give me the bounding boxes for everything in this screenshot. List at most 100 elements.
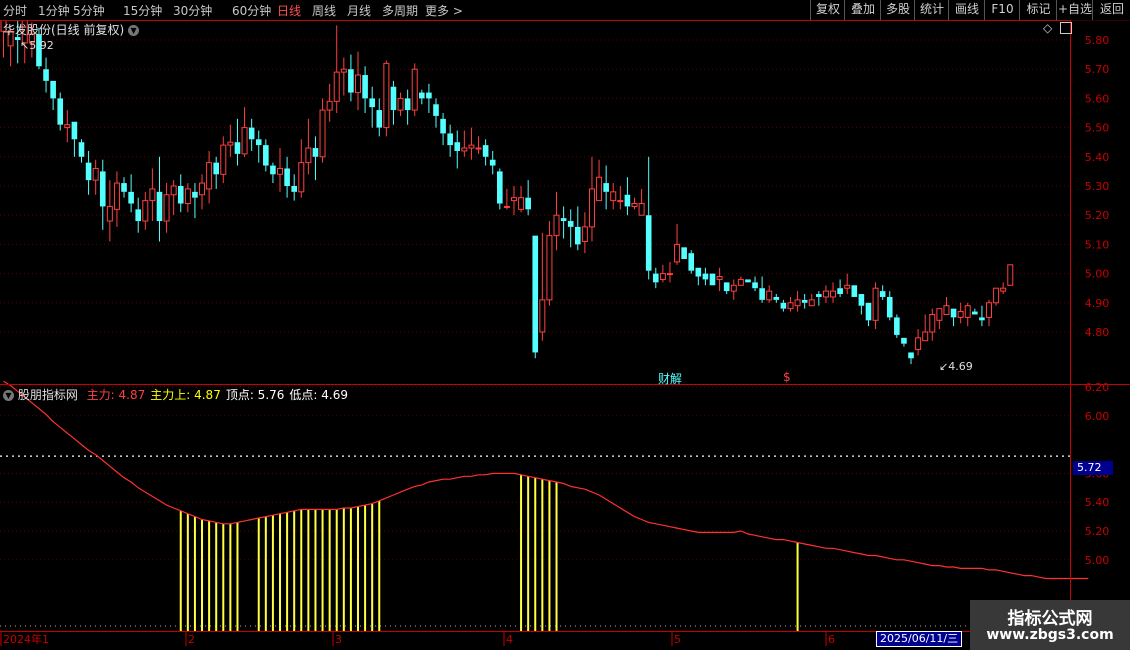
candle [426, 83, 432, 113]
chevron-down-icon[interactable]: ▼ [128, 25, 140, 36]
candle [192, 183, 198, 219]
candle [270, 162, 276, 184]
indicator-label: 低点: 4.69 [289, 388, 348, 402]
x-tick-label: 4 [506, 633, 513, 646]
candle [263, 139, 269, 172]
candle [419, 89, 425, 105]
candle [184, 183, 191, 213]
candle [752, 276, 758, 292]
toolbar-button[interactable]: 标记 [1019, 0, 1057, 20]
candle [652, 267, 659, 289]
candle [234, 118, 241, 166]
candle [894, 314, 900, 338]
candle [411, 63, 418, 116]
candle [908, 352, 914, 365]
y-tick-label: 5.30 [1085, 180, 1110, 193]
panel-toggle-icon[interactable] [1060, 22, 1072, 34]
period-tab[interactable]: 30分钟 [173, 2, 212, 19]
period-tab[interactable]: 5分钟 [73, 2, 105, 19]
candle [248, 118, 255, 151]
indicator-series [3, 380, 1089, 631]
y-tick-label: 4.90 [1085, 297, 1110, 310]
candle [681, 247, 687, 259]
candle [241, 107, 248, 157]
main-panel-title[interactable]: 华发股份(日线 前复权) ▼ [3, 21, 140, 38]
candle [822, 285, 829, 303]
period-tab[interactable]: 60分钟 [232, 2, 271, 19]
candle [206, 150, 213, 204]
candle [468, 127, 475, 160]
period-tab[interactable]: 日线 [277, 2, 301, 19]
toolbar-button[interactable]: F10 [984, 0, 1020, 20]
candle [1007, 264, 1014, 286]
period-tab[interactable]: 15分钟 [123, 2, 162, 19]
candle [922, 314, 929, 342]
period-tab[interactable]: 多周期 [382, 2, 418, 19]
candle [929, 308, 936, 341]
candle [305, 118, 312, 175]
toolbar-button[interactable]: 统计 [914, 0, 949, 20]
candle [482, 139, 489, 166]
candle [844, 273, 851, 295]
candle [376, 98, 383, 137]
candle [759, 276, 765, 303]
period-tab[interactable]: 月线 [347, 2, 371, 19]
candle [397, 92, 404, 116]
event-marker-finance[interactable]: 财解 [658, 370, 682, 387]
toolbar-button[interactable]: 返回 [1092, 0, 1130, 20]
candle [177, 174, 184, 213]
candle [284, 156, 290, 198]
toolbar-button[interactable]: 多股 [880, 0, 915, 20]
candle [730, 279, 737, 300]
chevron-down-icon[interactable]: ▼ [3, 390, 14, 401]
event-marker-dividend[interactable]: $ [783, 370, 791, 384]
candle [950, 308, 957, 327]
indicator-name: 股朋指标网 [17, 388, 78, 402]
level-label: 5.72 [1073, 461, 1113, 475]
toolbar-button[interactable]: +自选 [1056, 0, 1093, 20]
period-tab[interactable]: 分时 [3, 2, 27, 19]
candle [121, 177, 127, 198]
candle [326, 83, 333, 122]
candle [433, 98, 439, 128]
candle [64, 110, 71, 143]
candle [312, 136, 319, 181]
y-tick-label: 6.00 [1085, 410, 1110, 423]
period-tab[interactable]: 1分钟 [38, 2, 70, 19]
candle [383, 60, 390, 137]
candle [57, 92, 64, 131]
candle [936, 308, 943, 330]
y-tick-label: 4.80 [1085, 326, 1110, 339]
candle [964, 302, 971, 327]
indicator-header[interactable]: ▼ 股朋指标网 主力: 4.87 主力上: 4.87 顶点: 5.76 低点: 4.6… [3, 386, 348, 403]
candle [113, 171, 120, 227]
y-tick-label: 5.40 [1085, 496, 1110, 509]
candle [546, 221, 553, 306]
toolbar: 分时 1分钟 5分钟 15分钟 30分钟 60分钟 日线 周线 月线 多周期 更多 > 复权 叠加 多股统… [0, 0, 1130, 21]
candle [503, 188, 510, 210]
candle [1000, 282, 1007, 295]
candle [489, 150, 496, 175]
diamond-icon[interactable]: ◇ [1043, 21, 1052, 35]
toolbar-button[interactable]: 画线 [948, 0, 985, 20]
y-tick-label: 5.20 [1085, 525, 1110, 538]
candle [475, 136, 482, 154]
indicator-line [3, 380, 1089, 580]
stock-title: 华发股份(日线 前复权) [3, 23, 125, 37]
watermark-url: www.zbgs3.com [986, 627, 1114, 643]
candle [666, 261, 673, 283]
candle [156, 156, 163, 242]
candle [581, 212, 588, 254]
candle [993, 287, 1000, 306]
candle [404, 89, 411, 125]
toolbar-button[interactable]: 复权 [810, 0, 845, 20]
period-tab[interactable]: 周线 [312, 2, 336, 19]
period-tab[interactable]: 更多 > [425, 2, 463, 19]
candlesticks [0, 20, 1014, 365]
candle [610, 183, 617, 210]
candle [163, 183, 170, 233]
toolbar-button[interactable]: 叠加 [844, 0, 881, 20]
candle [510, 186, 517, 216]
candle [837, 279, 843, 297]
watermark: 指标公式网 www.zbgs3.com [970, 600, 1130, 650]
